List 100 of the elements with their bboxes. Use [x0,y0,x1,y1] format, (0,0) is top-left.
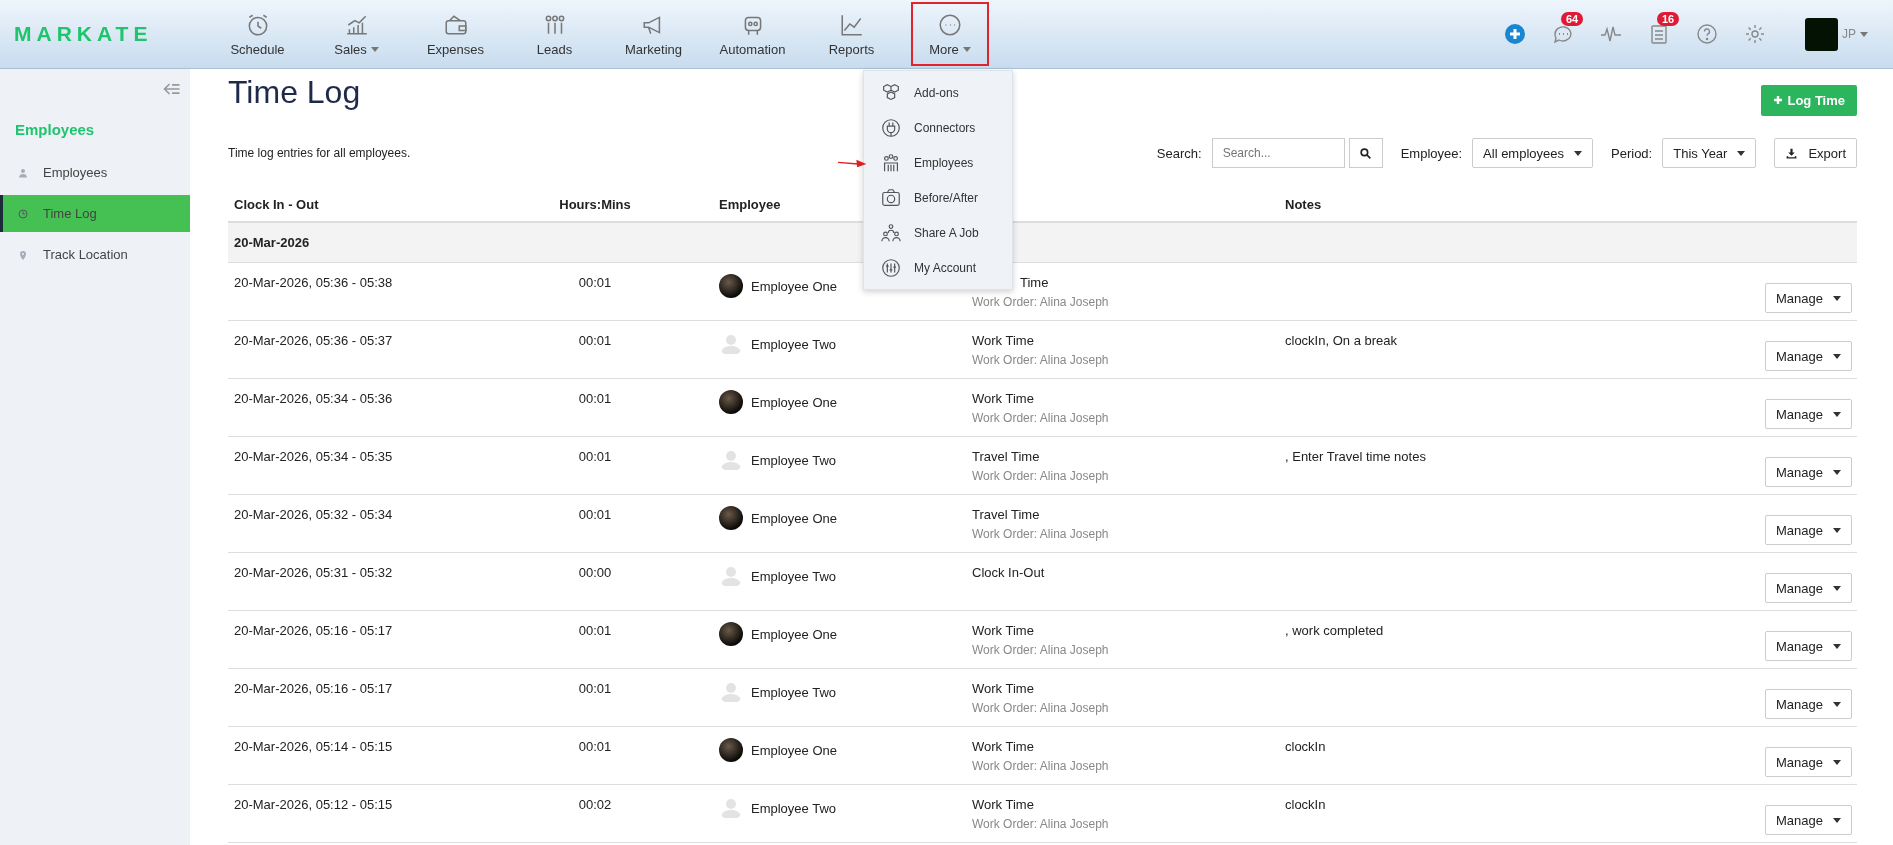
nav-item[interactable]: Reports [802,0,901,68]
employee-name: Employee Two [751,684,837,700]
table-cell-text: 00:01 [577,275,613,290]
add-icon[interactable] [1503,22,1527,46]
sidebar-item[interactable]: Track Location [0,236,190,273]
work-order: Work Order: Alina Joseph [972,817,1110,831]
manage-button[interactable]: Manage [1765,747,1852,777]
table-cell-text: 20-Mar-2026, 05:16 - 05:17 [233,623,394,638]
table-cell-text: 00:01 [577,739,613,754]
manage-button[interactable]: Manage [1765,399,1852,429]
employee-name: Employee One [751,278,837,294]
location-pin-icon [17,248,29,261]
menu-item[interactable]: Before/After [864,180,1012,215]
table-cell-text: 20-Mar-2026, 05:32 - 05:34 [233,507,394,522]
column-header: Notes [1285,197,1322,212]
settings-icon[interactable] [1743,22,1767,46]
table-cell-text: 00:01 [577,391,613,406]
column-header: Hours:Mins [558,197,632,212]
person-icon [17,166,29,179]
search-button[interactable] [1348,138,1383,168]
entry-type: Work Time [972,391,1035,406]
work-order: Work Order: Alina Joseph [972,701,1110,715]
table-cell-text: 20-Mar-2026, 05:34 - 05:36 [233,391,394,406]
table-cell: , Enter Travel time notes [1285,449,1426,464]
table-cell-text: 00:01 [577,333,613,348]
entry-type: Travel Time [972,449,1041,464]
entry-type: Time [1019,275,1050,290]
entry-type: Work Time [972,681,1035,696]
entry-type: Work Time [972,739,1035,754]
work-order: Work Order: Alina Joseph [972,469,1110,483]
menu-item[interactable]: Employees [864,145,1012,180]
table-cell: clockIn, On a break [1285,333,1397,348]
menu-item[interactable]: Share A Job [864,215,1012,250]
employee-name: Employee Two [751,452,837,468]
work-order: Work Order: Alina Joseph [972,295,1110,309]
manage-button[interactable]: Manage [1765,515,1852,545]
nav-item[interactable]: Marketing [604,0,703,68]
nav-item[interactable]: Automation [703,0,802,68]
table-cell-text: 20-Mar-2026, 05:31 - 05:32 [233,565,394,580]
page-title: Time Log [228,73,361,111]
employee-name: Employee Two [751,568,837,584]
nav-item[interactable]: Sales [307,0,406,68]
notification-badge: 64 [1561,12,1584,26]
table-cell-text: 20-Mar-2026, 05:12 - 05:15 [233,797,394,812]
table-cell-text: 00:02 [577,797,613,812]
nav-item[interactable]: More [911,2,989,66]
column-header: Clock In - Out [233,197,320,212]
manage-button[interactable]: Manage [1765,573,1852,603]
export-button[interactable]: Export [1774,138,1857,168]
clock-icon [17,207,29,220]
help-icon[interactable] [1695,22,1719,46]
column-header: Employee [719,197,781,212]
manage-button[interactable]: Manage [1765,341,1852,371]
nav-item[interactable]: Leads [505,0,604,68]
manage-button[interactable]: Manage [1765,283,1852,313]
menu-item[interactable]: Add-ons [864,75,1012,110]
download-icon [1785,146,1799,160]
table-cell: , work completed [1285,623,1384,638]
caret-icon [1860,31,1868,37]
manage-button[interactable]: Manage [1765,457,1852,487]
plug-icon [880,116,902,139]
sliders-icon [880,256,902,279]
table-cell-text: 20-Mar-2026, 05:34 - 05:35 [233,449,394,464]
employee-label: Employee: [1400,145,1463,161]
entry-type: Work Time [972,333,1035,348]
menu-item[interactable]: My Account [864,250,1012,285]
page-subtitle: Time log entries for all employees. [228,146,411,160]
employee-name: Employee One [751,626,837,642]
table-cell-text: 00:01 [577,681,613,696]
search-field[interactable]: Search... [1211,138,1345,168]
nav-item[interactable]: Expenses [406,0,505,68]
search-icon [1359,146,1373,160]
entry-type: Work Time [972,623,1035,638]
employee-name: Employee One [751,742,837,758]
entry-type: Clock In-Out [972,565,1046,580]
nav-item[interactable]: Schedule [208,0,307,68]
employee-name: Employee One [751,394,837,410]
table-cell-text: 00:01 [577,449,613,464]
table-cell-text: 20-Mar-2026, 05:14 - 05:15 [233,739,394,754]
work-order: Work Order: Alina Joseph [972,527,1110,541]
table-cell-text: 00:01 [577,623,613,638]
table-cell-text: 20-Mar-2026, 05:36 - 05:37 [233,333,394,348]
team-icon [880,221,902,244]
manage-button[interactable]: Manage [1765,631,1852,661]
manage-button[interactable]: Manage [1765,805,1852,835]
manage-button[interactable]: Manage [1765,689,1852,719]
entry-type: Travel Time [972,507,1041,522]
employee-name: Employee Two [751,336,837,352]
table-cell: clockIn [1285,739,1326,754]
user-avatar[interactable] [1805,17,1838,51]
camera-icon [880,186,902,209]
work-order: Work Order: Alina Joseph [972,643,1110,657]
sidebar-item[interactable]: Time Log [0,195,190,232]
entry-type: Work Time [972,797,1035,812]
table-cell-text: 20-Mar-2026, 05:36 - 05:38 [233,275,394,290]
employee-dropdown[interactable]: All employees [1472,138,1593,168]
period-dropdown[interactable]: This Year [1662,138,1757,168]
menu-item[interactable]: Connectors [864,110,1012,145]
sidebar-item[interactable]: Employees [0,154,190,191]
sidebar-title: Employees [14,120,96,140]
